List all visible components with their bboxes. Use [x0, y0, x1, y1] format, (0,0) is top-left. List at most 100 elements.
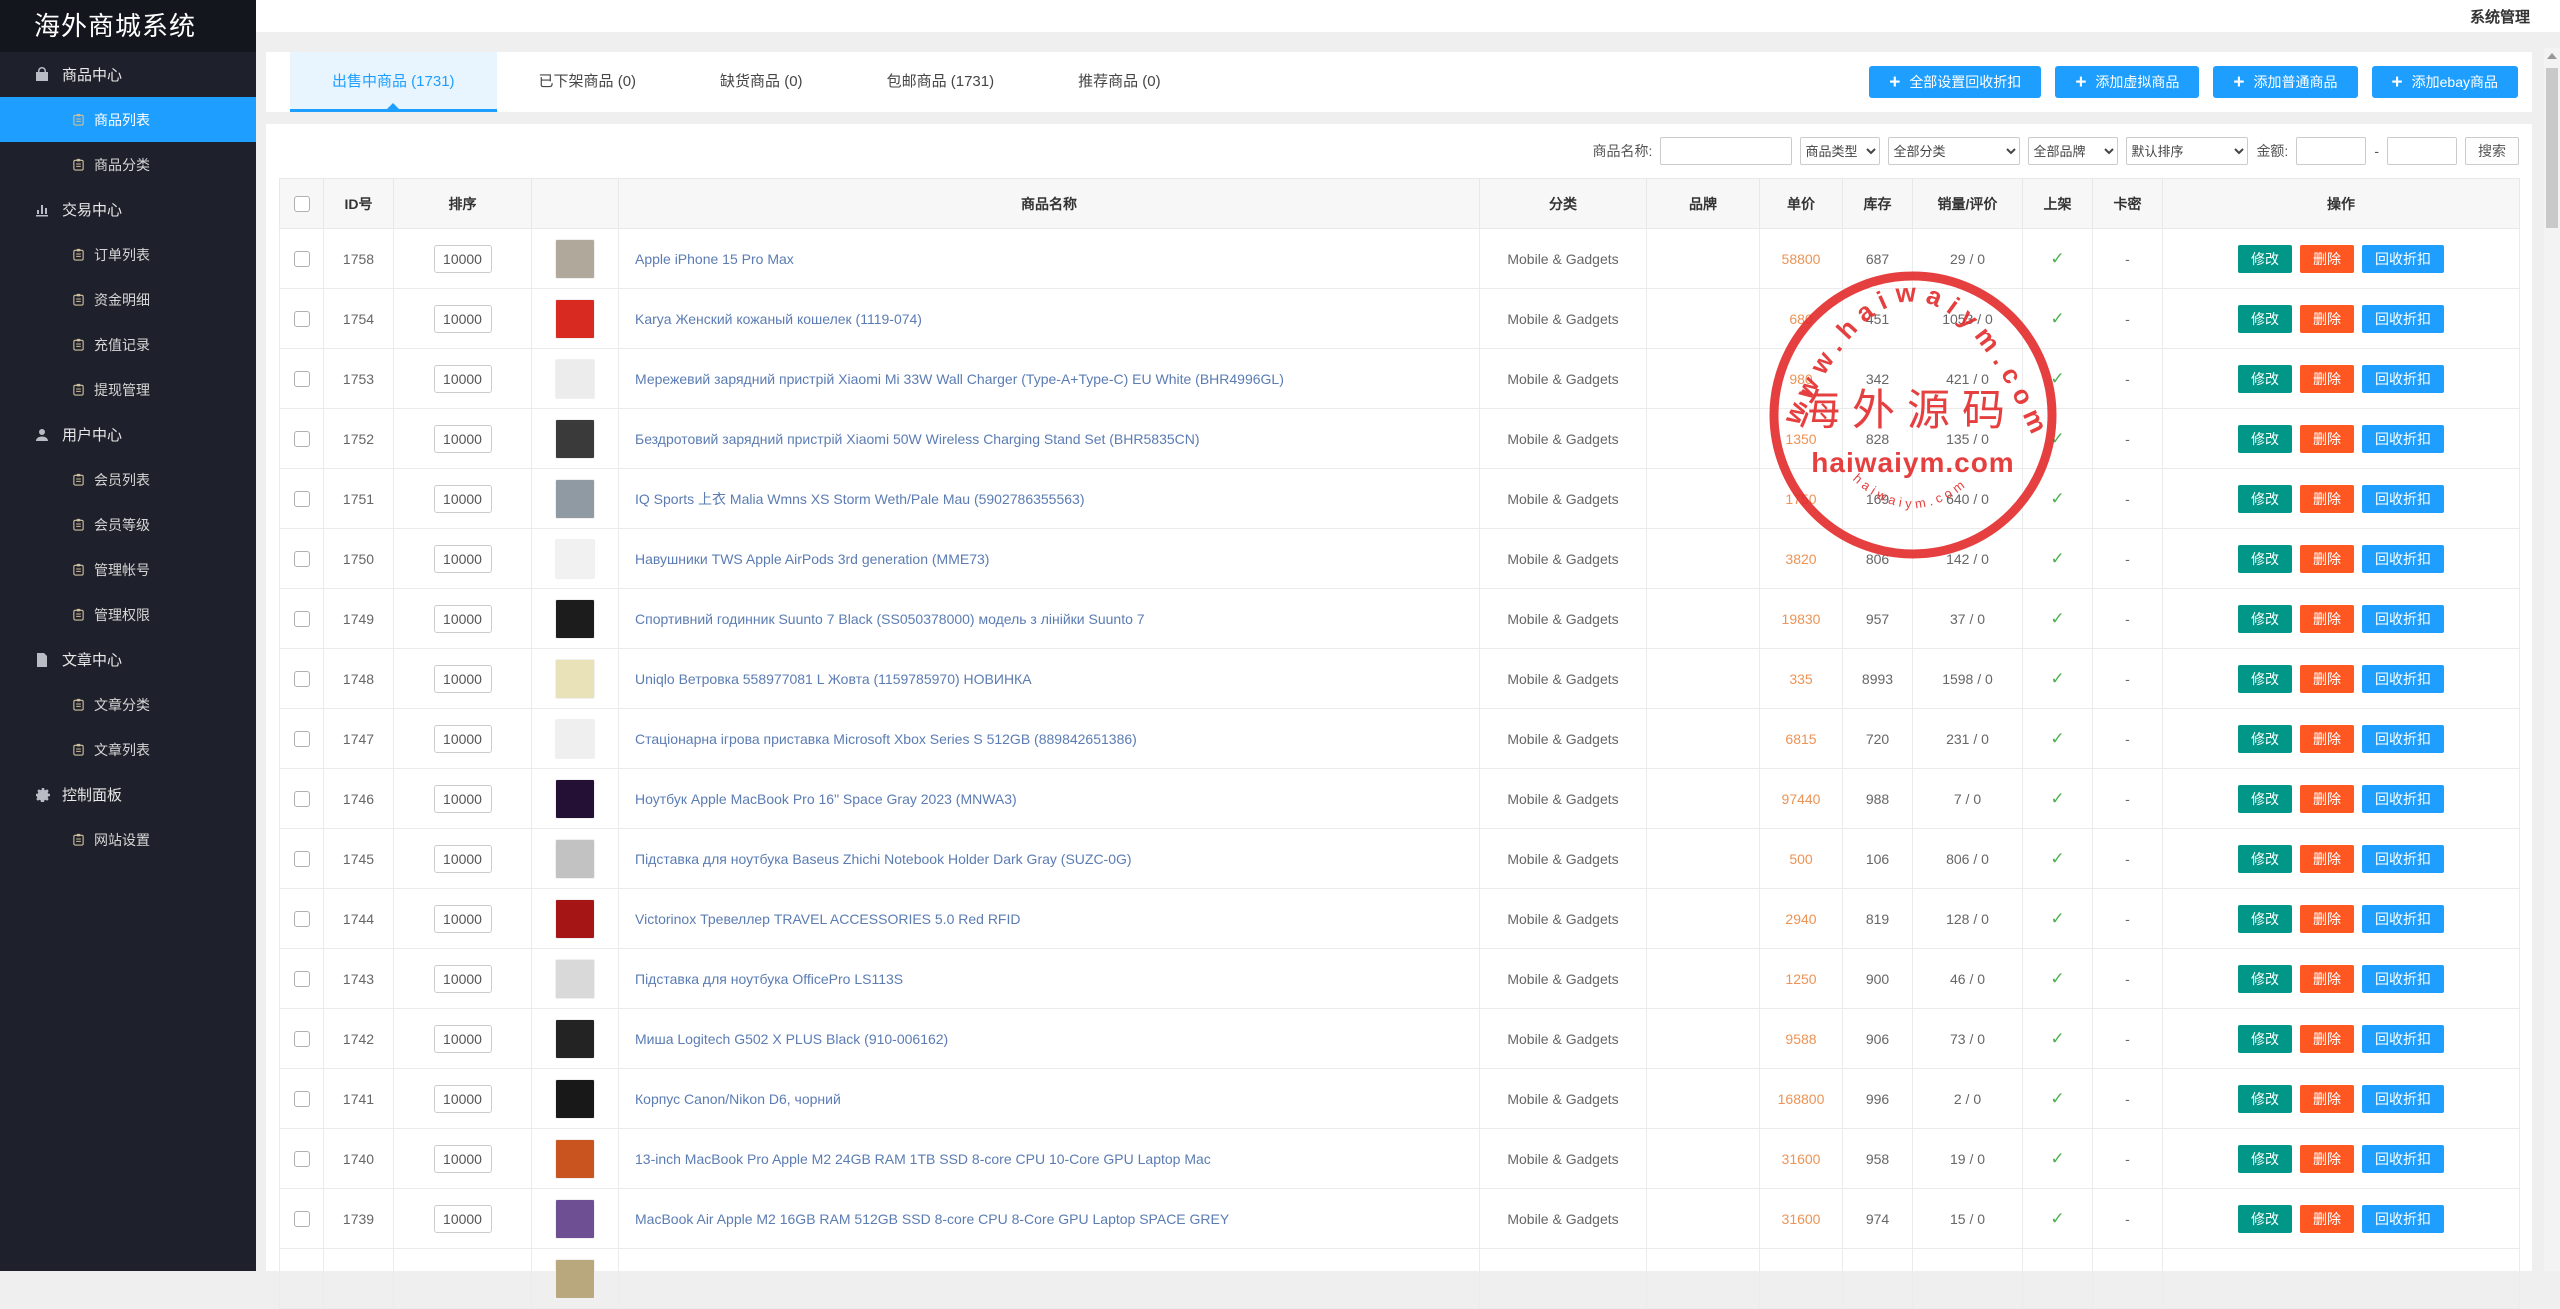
brand-select[interactable]: 全部品牌 — [2028, 137, 2118, 165]
row-checkbox[interactable] — [294, 851, 310, 867]
recycle-discount-button[interactable]: 回收折扣 — [2362, 965, 2444, 993]
scrollbar-thumb[interactable] — [2546, 68, 2558, 228]
recycle-discount-button[interactable]: 回收折扣 — [2362, 485, 2444, 513]
product-name-link[interactable]: Підставка для ноутбука Baseus Zhichi Not… — [635, 851, 1132, 867]
delete-button[interactable]: 删除 — [2300, 1205, 2354, 1233]
edit-button[interactable]: 修改 — [2238, 1145, 2292, 1173]
edit-button[interactable]: 修改 — [2238, 545, 2292, 573]
sort-input[interactable] — [434, 305, 492, 333]
delete-button[interactable]: 删除 — [2300, 1145, 2354, 1173]
delete-button[interactable]: 删除 — [2300, 1085, 2354, 1113]
select-all-checkbox[interactable] — [294, 196, 310, 212]
delete-button[interactable]: 删除 — [2300, 665, 2354, 693]
sort-input[interactable] — [434, 365, 492, 393]
edit-button[interactable]: 修改 — [2238, 725, 2292, 753]
tab-offshelf[interactable]: 已下架商品 (0) — [497, 52, 679, 112]
sort-input[interactable] — [434, 1205, 492, 1233]
delete-button[interactable]: 删除 — [2300, 545, 2354, 573]
edit-button[interactable]: 修改 — [2238, 785, 2292, 813]
product-name-link[interactable]: Uniqlo Ветровка 558977081 L Жовта (11597… — [635, 671, 1032, 687]
row-checkbox[interactable] — [294, 1091, 310, 1107]
sidebar-item-product-list[interactable]: 商品列表 — [0, 97, 256, 142]
delete-button[interactable]: 删除 — [2300, 725, 2354, 753]
sort-input[interactable] — [434, 425, 492, 453]
sort-input[interactable] — [434, 665, 492, 693]
sidebar-item-withdrawal-management[interactable]: 提现管理 — [0, 367, 256, 412]
recycle-discount-button[interactable]: 回收折扣 — [2362, 1025, 2444, 1053]
sidebar-section-article-center[interactable]: 文章中心 — [0, 637, 256, 682]
row-checkbox[interactable] — [294, 611, 310, 627]
sidebar-section-trade-center[interactable]: 交易中心 — [0, 187, 256, 232]
sort-input[interactable] — [434, 485, 492, 513]
sidebar-section-control-panel[interactable]: 控制面板 — [0, 772, 256, 817]
product-thumbnail[interactable] — [555, 539, 595, 579]
product-type-select[interactable]: 商品类型 — [1800, 137, 1880, 165]
product-name-link[interactable]: MacBook Air Apple M2 16GB RAM 512GB SSD … — [635, 1211, 1229, 1227]
recycle-discount-button[interactable]: 回收折扣 — [2362, 665, 2444, 693]
recycle-discount-button[interactable]: 回收折扣 — [2362, 545, 2444, 573]
row-checkbox[interactable] — [294, 911, 310, 927]
edit-button[interactable]: 修改 — [2238, 605, 2292, 633]
sidebar-item-site-settings[interactable]: 网站设置 — [0, 817, 256, 862]
product-name-link[interactable]: Миша Logitech G502 X PLUS Black (910-006… — [635, 1031, 948, 1047]
sidebar-item-fund-details[interactable]: 资金明细 — [0, 277, 256, 322]
edit-button[interactable]: 修改 — [2238, 965, 2292, 993]
edit-button[interactable]: 修改 — [2238, 485, 2292, 513]
product-name-link[interactable]: IQ Sports 上衣 Malia Wmns XS Storm Weth/Pa… — [635, 491, 1085, 507]
row-checkbox[interactable] — [294, 671, 310, 687]
product-name-link[interactable]: Стаціонарна ігрова приставка Microsoft X… — [635, 731, 1137, 747]
product-thumbnail[interactable] — [555, 299, 595, 339]
recycle-discount-button[interactable]: 回收折扣 — [2362, 1085, 2444, 1113]
product-thumbnail[interactable] — [555, 1079, 595, 1119]
edit-button[interactable]: 修改 — [2238, 305, 2292, 333]
product-name-link[interactable]: Корпус Canon/Nikon D6, чорний — [635, 1091, 841, 1107]
amount-max-input[interactable] — [2387, 137, 2457, 165]
product-name-input[interactable] — [1660, 137, 1792, 165]
product-thumbnail[interactable] — [555, 599, 595, 639]
edit-button[interactable]: 修改 — [2238, 1025, 2292, 1053]
row-checkbox[interactable] — [294, 371, 310, 387]
tab-outofstock[interactable]: 缺货商品 (0) — [678, 52, 845, 112]
scrollbar-up-arrow-icon[interactable] — [2544, 48, 2560, 64]
delete-button[interactable]: 删除 — [2300, 245, 2354, 273]
sort-input[interactable] — [434, 965, 492, 993]
add-ebay-product-button[interactable]: +添加ebay商品 — [2372, 66, 2518, 98]
delete-button[interactable]: 删除 — [2300, 365, 2354, 393]
recycle-discount-button[interactable]: 回收折扣 — [2362, 1205, 2444, 1233]
sort-input[interactable] — [434, 1145, 492, 1173]
sidebar-item-member-list[interactable]: 会员列表 — [0, 457, 256, 502]
recycle-discount-button[interactable]: 回收折扣 — [2362, 905, 2444, 933]
tab-recommended[interactable]: 推荐商品 (0) — [1036, 52, 1203, 112]
product-name-link[interactable]: Victorinox Тревеллер TRAVEL ACCESSORIES … — [635, 911, 1020, 927]
amount-min-input[interactable] — [2296, 137, 2366, 165]
row-checkbox[interactable] — [294, 251, 310, 267]
recycle-discount-button[interactable]: 回收折扣 — [2362, 1145, 2444, 1173]
row-checkbox[interactable] — [294, 1211, 310, 1227]
edit-button[interactable]: 修改 — [2238, 845, 2292, 873]
delete-button[interactable]: 删除 — [2300, 905, 2354, 933]
delete-button[interactable]: 删除 — [2300, 305, 2354, 333]
sort-input[interactable] — [434, 845, 492, 873]
row-checkbox[interactable] — [294, 551, 310, 567]
sort-order-select[interactable]: 默认排序 — [2126, 137, 2248, 165]
recycle-discount-button[interactable]: 回收折扣 — [2362, 245, 2444, 273]
sort-input[interactable] — [434, 605, 492, 633]
product-thumbnail[interactable] — [555, 959, 595, 999]
tab-freeshipping[interactable]: 包邮商品 (1731) — [845, 52, 1037, 112]
edit-button[interactable]: 修改 — [2238, 905, 2292, 933]
recycle-discount-button[interactable]: 回收折扣 — [2362, 305, 2444, 333]
sidebar-item-article-list[interactable]: 文章列表 — [0, 727, 256, 772]
add-virtual-product-button[interactable]: +添加虚拟商品 — [2055, 66, 2199, 98]
product-name-link[interactable]: Навушники TWS Apple AirPods 3rd generati… — [635, 551, 989, 567]
edit-button[interactable]: 修改 — [2238, 245, 2292, 273]
sidebar-item-recharge-records[interactable]: 充值记录 — [0, 322, 256, 367]
product-thumbnail[interactable] — [555, 719, 595, 759]
sort-input[interactable] — [434, 785, 492, 813]
sidebar-item-admin-permission[interactable]: 管理权限 — [0, 592, 256, 637]
product-name-link[interactable]: Karya Женский кожаный кошелек (1119-074) — [635, 311, 922, 327]
product-thumbnail[interactable] — [555, 1019, 595, 1059]
product-name-link[interactable]: Ноутбук Apple MacBook Pro 16" Space Gray… — [635, 791, 1017, 807]
row-checkbox[interactable] — [294, 491, 310, 507]
edit-button[interactable]: 修改 — [2238, 665, 2292, 693]
sort-input[interactable] — [434, 245, 492, 273]
